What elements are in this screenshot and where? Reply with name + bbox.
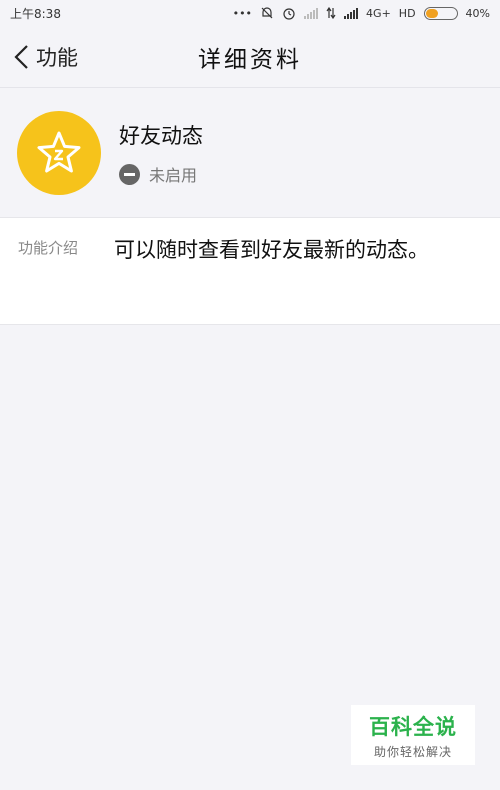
status-bar: 上午8:38 ••• 4G+ HD 40% [0,0,500,26]
chevron-left-icon [14,45,28,69]
feature-name: 好友动态 [119,124,203,148]
watermark-logo: 百科全说 助你轻松解决 [351,705,475,765]
feature-status: 未启用 [119,162,203,186]
hd-indicator: HD [398,6,416,20]
disabled-icon [119,163,140,185]
intro-label: 功能介绍 [18,239,79,257]
status-icons: ••• 4G+ HD 40% [233,6,490,20]
battery-percent: 40% [465,6,490,20]
feature-info: 好友动态 未启用 [119,120,203,186]
battery-icon [423,6,458,20]
more-dots-icon: ••• [232,6,253,20]
feature-header: 好友动态 未启用 [0,89,500,217]
signal-icon [304,7,319,19]
status-time: 上午8:38 [10,6,61,21]
back-label: 功能 [36,46,78,70]
mute-bell-icon [261,7,273,19]
signal-strength-icon [344,7,359,19]
feature-avatar [17,111,101,195]
watermark-title: 百科全说 [369,714,457,739]
data-arrows-icon [326,7,336,19]
intro-text: 可以随时查看到好友最新的动态。 [114,238,429,262]
network-type: 4G+ [366,6,391,20]
watermark-subtitle: 助你轻松解决 [373,744,452,759]
star-icon [37,131,81,173]
navigation-bar: 功能 详细资料 [0,26,500,88]
feature-status-label: 未启用 [149,166,198,185]
alarm-clock-icon [283,8,295,20]
feature-intro-row: 功能介绍 可以随时查看到好友最新的动态。 [0,217,500,325]
back-button[interactable]: 功能 [12,26,78,88]
page-title: 详细资料 [198,46,302,73]
